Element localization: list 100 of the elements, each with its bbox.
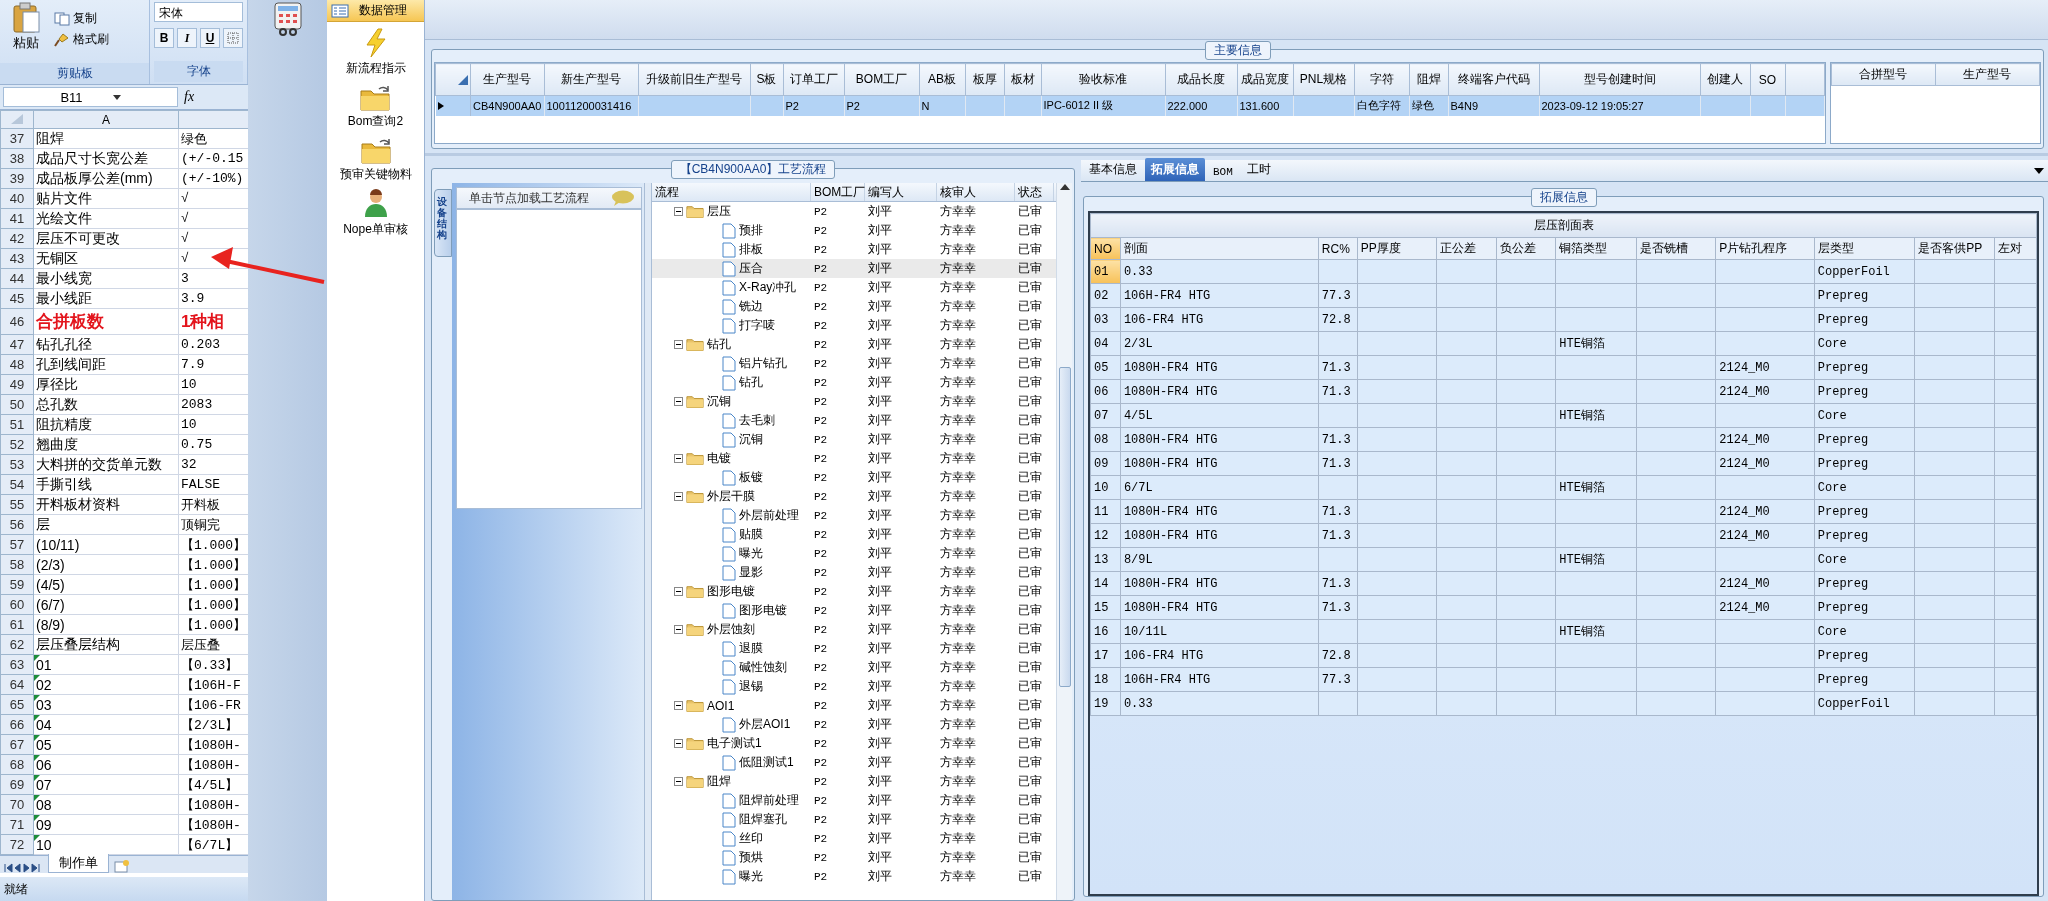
tree-row[interactable]: 铝片钻孔 P2 刘平 方幸幸 已审 (652, 354, 1056, 373)
tree-row[interactable]: 压合 P2 刘平 方幸幸 已审 (652, 259, 1056, 278)
tree-row[interactable]: 贴膜 P2 刘平 方幸幸 已审 (652, 525, 1056, 544)
column-header[interactable]: A (33, 110, 179, 129)
row-header[interactable]: 39 (0, 168, 34, 189)
row-header[interactable]: 58 (0, 554, 34, 575)
row-header[interactable]: 71 (0, 814, 34, 835)
row-header[interactable]: 56 (0, 514, 34, 535)
column-header[interactable]: 板厚 (965, 63, 1004, 96)
tree-row[interactable]: 钻孔 P2 刘平 方幸幸 已审 (652, 373, 1056, 392)
row-number[interactable]: 02 (1090, 283, 1121, 308)
collapse-icon[interactable] (674, 492, 683, 501)
row-header[interactable]: 57 (0, 534, 34, 555)
column-header[interactable]: S板 (750, 63, 783, 96)
tree-row[interactable]: 图形电镀 P2 刘平 方幸幸 已审 (652, 601, 1056, 620)
column-header[interactable]: 编写人 (865, 183, 937, 201)
row-header[interactable]: 37 (0, 128, 34, 149)
column-header[interactable]: 新生产型号 (544, 63, 638, 96)
row-number[interactable]: 06 (1090, 379, 1121, 404)
tree-row[interactable]: 曝光 P2 刘平 方幸幸 已审 (652, 544, 1056, 563)
tree-row[interactable]: 电镀 P2 刘平 方幸幸 已审 (652, 449, 1056, 468)
row-header[interactable]: 60 (0, 594, 34, 615)
row-number[interactable]: 16 (1090, 619, 1121, 644)
bold-button[interactable]: B (154, 28, 174, 48)
column-header[interactable]: 成品长度 (1165, 63, 1237, 96)
row-header[interactable]: 53 (0, 454, 34, 475)
row-header[interactable]: 54 (0, 474, 34, 495)
tree-row[interactable]: 阻焊前处理 P2 刘平 方幸幸 已审 (652, 791, 1056, 810)
column-header[interactable]: BOM工厂 (844, 63, 919, 96)
row-header[interactable]: 41 (0, 208, 34, 229)
column-header[interactable]: 创建人 (1700, 63, 1750, 96)
row-header[interactable]: 70 (0, 794, 34, 815)
row-header[interactable]: 52 (0, 434, 34, 455)
tree-row[interactable]: 外层蚀刻 P2 刘平 方幸幸 已审 (652, 620, 1056, 639)
collapse-icon[interactable] (674, 207, 683, 216)
tree-row[interactable]: 沉铜 P2 刘平 方幸幸 已审 (652, 430, 1056, 449)
tree-row[interactable]: 板镀 P2 刘平 方幸幸 已审 (652, 468, 1056, 487)
tree-row[interactable]: 排板 P2 刘平 方幸幸 已审 (652, 240, 1056, 259)
sheet-tab[interactable]: 制作单 (48, 854, 109, 873)
tab[interactable]: 拓展信息 (1145, 158, 1205, 181)
tab[interactable]: 工时 (1240, 158, 1277, 181)
tree-row[interactable]: 去毛刺 P2 刘平 方幸幸 已审 (652, 411, 1056, 430)
row-header[interactable]: 72 (0, 834, 34, 855)
collapse-icon[interactable] (674, 701, 683, 710)
tree-row[interactable]: 退锡 P2 刘平 方幸幸 已审 (652, 677, 1056, 696)
tree-row[interactable]: 阻焊 P2 刘平 方幸幸 已审 (652, 772, 1056, 791)
row-header[interactable]: 66 (0, 714, 34, 735)
tree-row[interactable]: 外层前处理 P2 刘平 方幸幸 已审 (652, 506, 1056, 525)
scroll-up-icon[interactable] (1059, 183, 1070, 191)
dropdown-icon[interactable] (2034, 167, 2044, 174)
collapse-icon[interactable] (674, 397, 683, 406)
row-number[interactable]: 09 (1090, 451, 1121, 476)
row-header[interactable]: 47 (0, 334, 34, 355)
nav-item[interactable]: 新流程指示 (345, 28, 406, 77)
row-header[interactable]: 55 (0, 494, 34, 515)
collapse-icon[interactable] (674, 625, 683, 634)
column-header[interactable]: 板材 (1004, 63, 1041, 96)
row-number[interactable]: 18 (1090, 667, 1121, 692)
column-header[interactable]: PNL规格 (1293, 63, 1354, 96)
tree-row[interactable]: 退膜 P2 刘平 方幸幸 已审 (652, 639, 1056, 658)
tree-row[interactable]: 预烘 P2 刘平 方幸幸 已审 (652, 848, 1056, 867)
column-header[interactable]: 终端客户代码 (1448, 63, 1539, 96)
row-number[interactable]: 19 (1090, 691, 1121, 716)
function-label[interactable]: fx (184, 89, 195, 105)
column-header[interactable]: 阻焊 (1409, 63, 1448, 96)
column-header[interactable]: 合拼型号 (1831, 63, 1936, 86)
tree-row[interactable]: 图形电镀 P2 刘平 方幸幸 已审 (652, 582, 1056, 601)
tree-row[interactable]: X-Ray冲孔 P2 刘平 方幸幸 已审 (652, 278, 1056, 297)
row-header[interactable]: 68 (0, 754, 34, 775)
row-header[interactable]: 59 (0, 574, 34, 595)
column-header[interactable]: AB板 (919, 63, 965, 96)
name-box[interactable]: B11 (3, 87, 178, 107)
underline-button[interactable]: U (200, 28, 220, 48)
row-number[interactable]: 12 (1090, 523, 1121, 548)
column-header[interactable]: 订单工厂 (783, 63, 844, 96)
tree-row[interactable]: 层压 P2 刘平 方幸幸 已审 (652, 202, 1056, 221)
format-painter-button[interactable]: 格式刷 (54, 31, 109, 48)
tree-row[interactable]: 铣边 P2 刘平 方幸幸 已审 (652, 297, 1056, 316)
row-header[interactable]: 50 (0, 394, 34, 415)
nav-item[interactable]: 预审关键物料 (339, 136, 412, 183)
tab[interactable]: BOM (1207, 163, 1239, 181)
column-header[interactable]: SO (1750, 63, 1785, 96)
tree-row[interactable]: 外层干膜 P2 刘平 方幸幸 已审 (652, 487, 1056, 506)
tree-row[interactable]: 低阻测试1 P2 刘平 方幸幸 已审 (652, 753, 1056, 772)
row-header[interactable]: 63 (0, 654, 34, 675)
collapse-icon[interactable] (674, 454, 683, 463)
nav-item[interactable]: Nope单审核 (343, 189, 408, 238)
column-header[interactable]: 流程 (652, 183, 811, 201)
collapse-icon[interactable] (674, 739, 683, 748)
row-header[interactable]: 48 (0, 354, 34, 375)
column-header[interactable]: 字符 (1354, 63, 1409, 96)
copy-button[interactable]: 复制 (54, 10, 109, 27)
tree-row[interactable]: 沉铜 P2 刘平 方幸幸 已审 (652, 392, 1056, 411)
row-header[interactable]: 67 (0, 734, 34, 755)
collapse-icon[interactable] (674, 340, 683, 349)
tree-row[interactable]: 丝印 P2 刘平 方幸幸 已审 (652, 829, 1056, 848)
row-header[interactable]: 45 (0, 288, 34, 309)
side-tab[interactable]: 设备结构 (434, 189, 452, 257)
tree-row[interactable]: 打字唛 P2 刘平 方幸幸 已审 (652, 316, 1056, 335)
tree-row[interactable]: AOI1 P2 刘平 方幸幸 已审 (652, 696, 1056, 715)
